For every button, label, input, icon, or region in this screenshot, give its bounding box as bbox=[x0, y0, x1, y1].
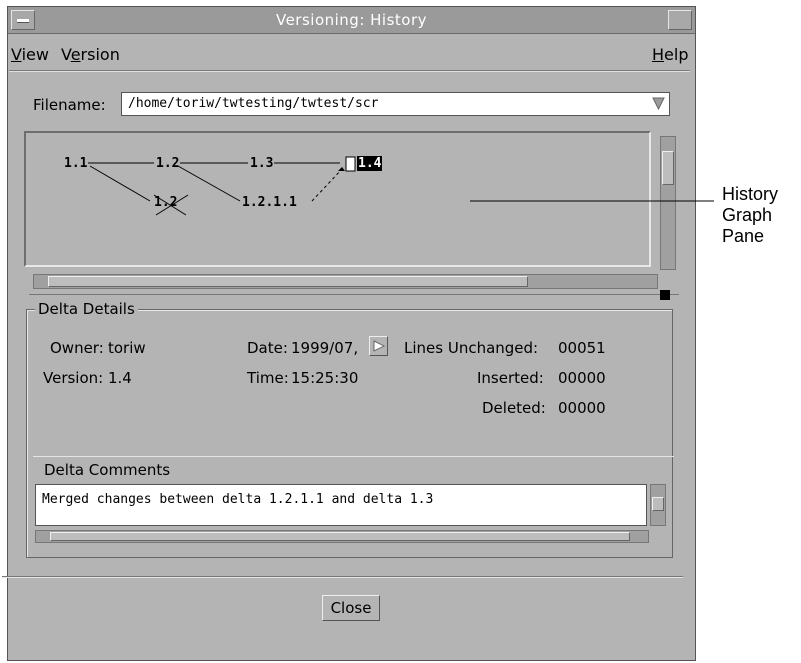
delta-comments-field[interactable]: Merged changes between delta 1.2.1.1 and… bbox=[35, 484, 647, 526]
graph-node-selected[interactable]: 1.4 bbox=[357, 156, 383, 171]
chevron-right-icon bbox=[373, 340, 386, 352]
scroll-thumb[interactable] bbox=[48, 276, 528, 287]
time-value: 15:25:30 bbox=[291, 369, 359, 387]
date-label: Date: bbox=[247, 339, 288, 357]
lines-unchanged-label: Lines Unchanged: bbox=[404, 339, 539, 357]
delta-comments-label: Delta Comments bbox=[44, 461, 171, 479]
scroll-thumb[interactable] bbox=[50, 532, 630, 541]
filename-value: /home/toriw/twtesting/twtest/scr bbox=[128, 96, 379, 111]
deleted-value: 00000 bbox=[558, 399, 606, 417]
owner-value: toriw bbox=[108, 339, 146, 357]
date-value: 1999/07, bbox=[291, 339, 359, 357]
graph-horizontal-scrollbar[interactable] bbox=[33, 274, 658, 289]
inserted-label: Inserted: bbox=[477, 369, 544, 387]
filename-combobox[interactable]: /home/toriw/twtesting/twtest/scr bbox=[121, 92, 670, 116]
window-title: Versioning: History bbox=[275, 11, 428, 29]
menu-version[interactable]: Version bbox=[61, 45, 120, 64]
scroll-thumb[interactable] bbox=[662, 151, 674, 185]
comments-vertical-scrollbar[interactable] bbox=[650, 484, 666, 526]
lines-unchanged-value: 00051 bbox=[558, 339, 606, 357]
menu-bar: View Version Help bbox=[9, 36, 690, 71]
graph-node[interactable]: 1.2 bbox=[156, 156, 179, 171]
callout-line bbox=[470, 200, 714, 202]
graph-node[interactable]: 1.3 bbox=[250, 156, 273, 171]
history-graph-pane-callout: History Graph Pane bbox=[722, 184, 779, 246]
title-bar: Versioning: History bbox=[8, 7, 695, 34]
graph-vertical-scrollbar[interactable] bbox=[660, 136, 676, 270]
pane-sash[interactable] bbox=[29, 294, 679, 295]
graph-node[interactable]: 1.1 bbox=[64, 156, 87, 171]
menu-help[interactable]: Help bbox=[652, 45, 688, 64]
version-value: 1.4 bbox=[108, 369, 132, 387]
deleted-label: Deleted: bbox=[482, 399, 546, 417]
graph-node-deleted[interactable]: 1.2 bbox=[154, 195, 177, 210]
button-separator bbox=[2, 576, 683, 577]
filename-label: Filename: bbox=[33, 96, 106, 114]
divider bbox=[33, 456, 674, 457]
window-control-button[interactable] bbox=[668, 10, 692, 30]
comments-horizontal-scrollbar[interactable] bbox=[35, 530, 649, 543]
close-button[interactable]: Close bbox=[322, 595, 380, 621]
time-label: Time: bbox=[247, 369, 289, 387]
chevron-down-icon[interactable] bbox=[651, 96, 666, 111]
sash-handle[interactable] bbox=[660, 290, 670, 300]
owner-label: Owner: bbox=[50, 339, 104, 357]
graph-node[interactable]: 1.2.1.1 bbox=[242, 195, 297, 210]
version-label: Version: bbox=[43, 369, 104, 387]
inserted-value: 00000 bbox=[558, 369, 606, 387]
delta-comments-text: Merged changes between delta 1.2.1.1 and… bbox=[42, 492, 434, 507]
scroll-thumb[interactable] bbox=[652, 497, 664, 511]
delta-details-label: Delta Details bbox=[35, 300, 138, 318]
date-expand-button[interactable] bbox=[369, 336, 388, 356]
menu-view[interactable]: View bbox=[11, 45, 49, 64]
